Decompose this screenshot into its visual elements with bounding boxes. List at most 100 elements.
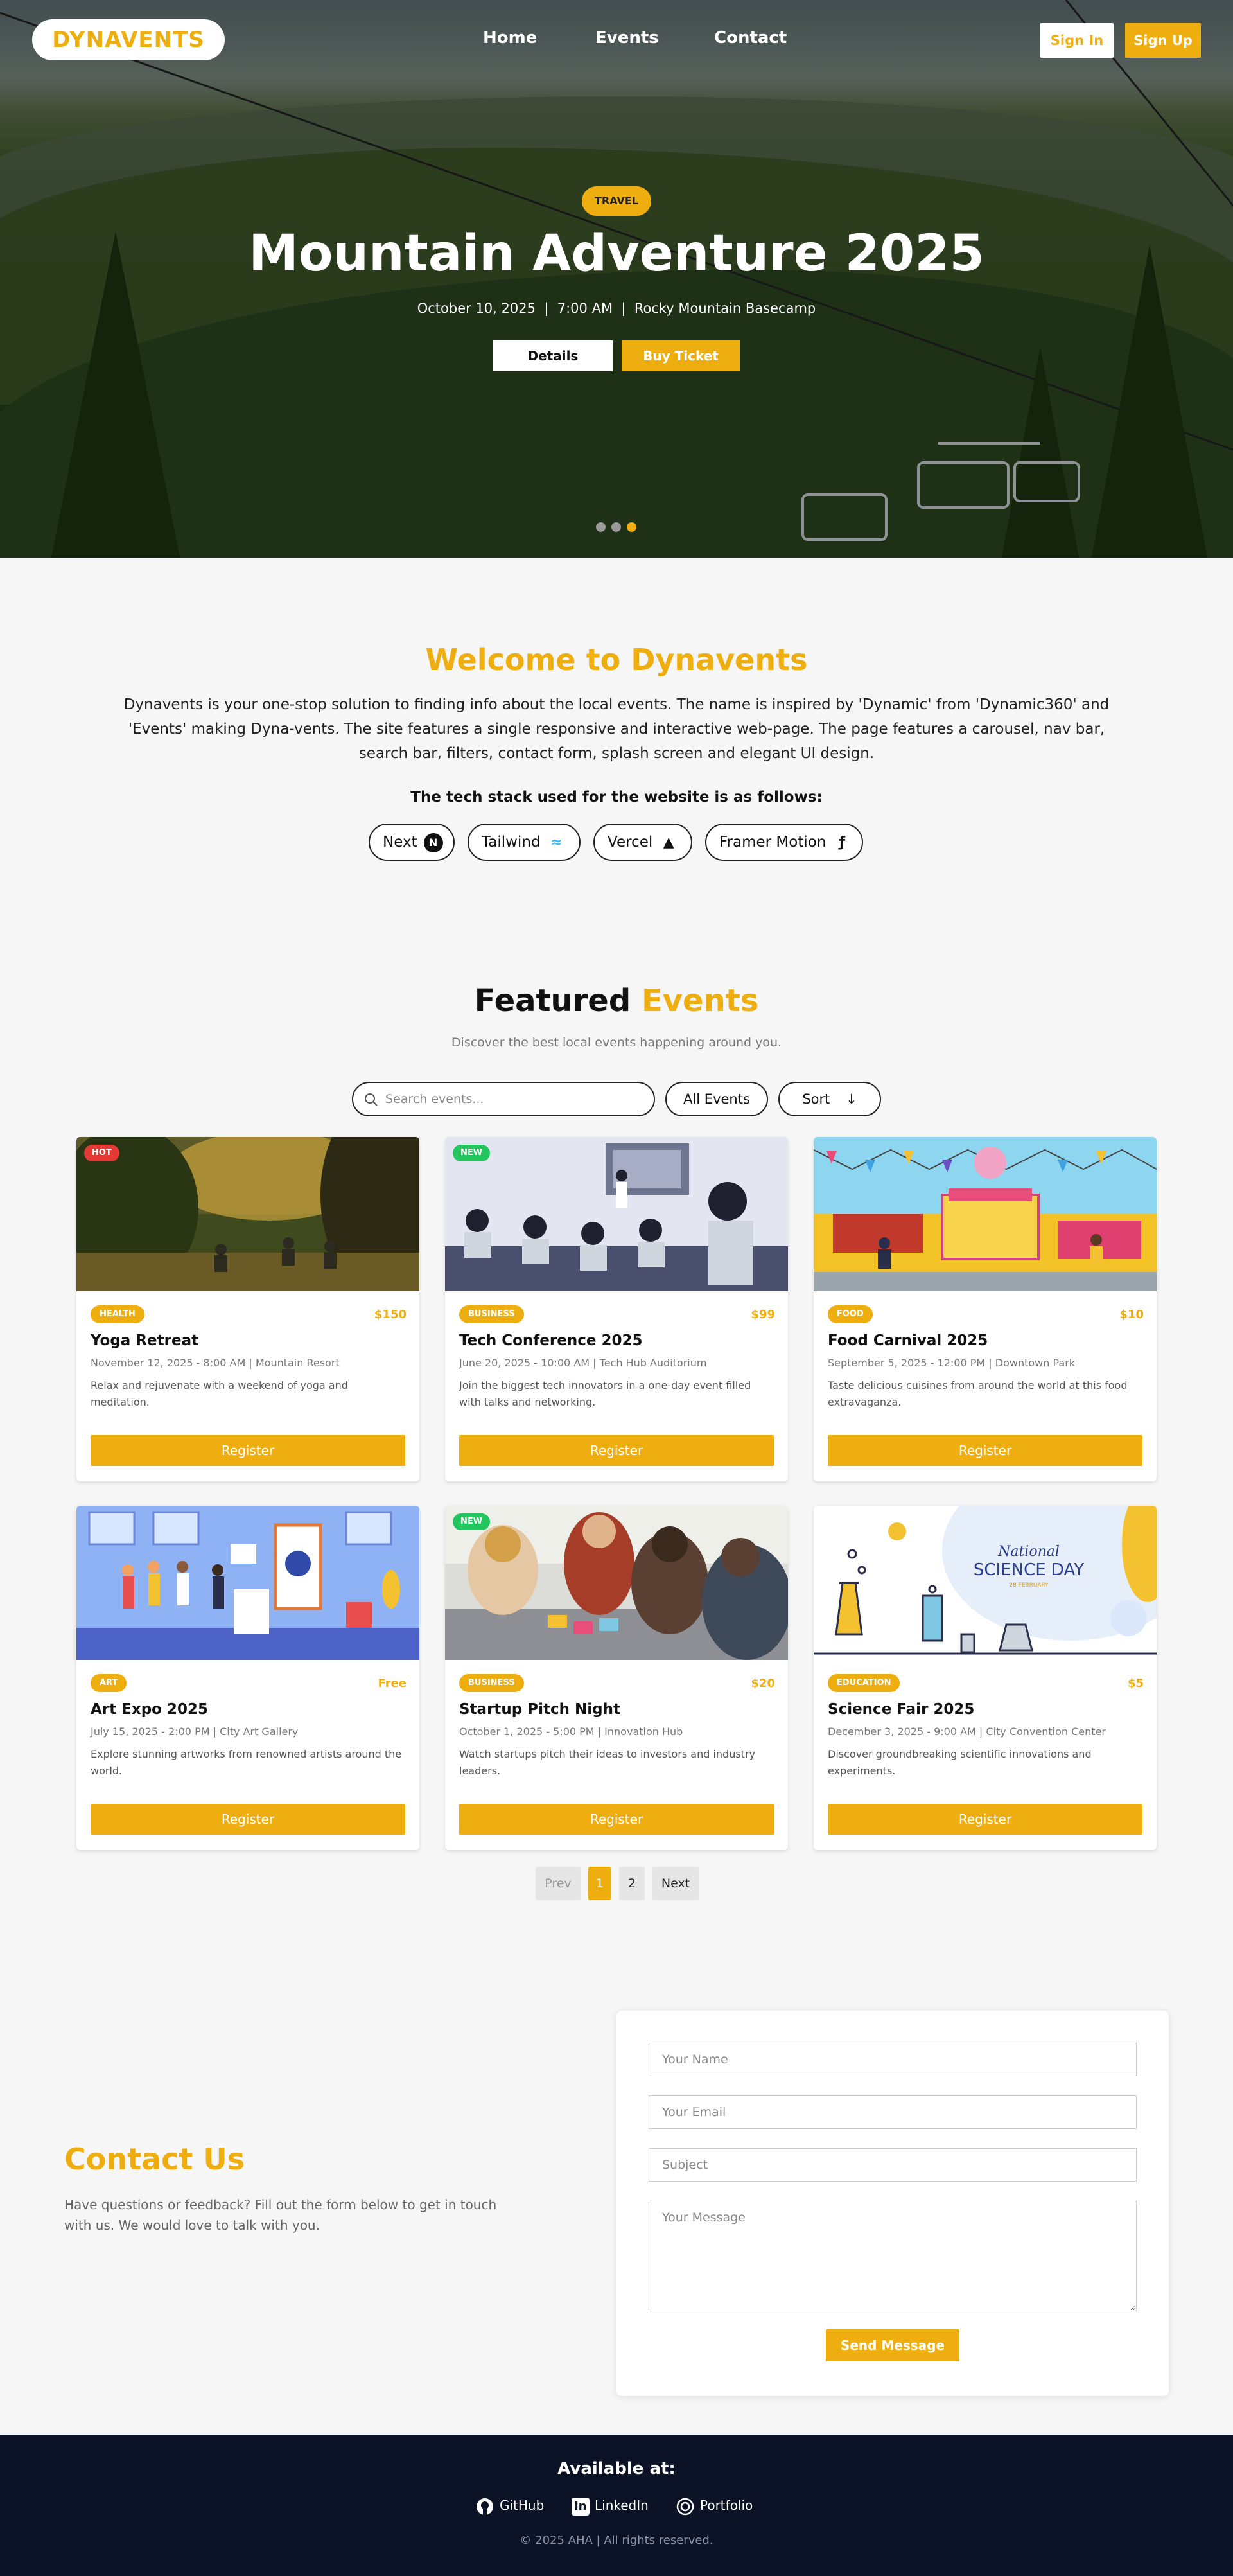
footer-link-github[interactable]: GitHub [475, 2495, 544, 2516]
carousel-dot-3[interactable] [627, 522, 636, 532]
event-card[interactable]: HOT HEALTH $150 Yoga Retreat November 12… [76, 1137, 419, 1481]
email-field[interactable] [649, 2095, 1137, 2129]
nextjs-icon: N [423, 833, 443, 852]
send-message-button[interactable]: Send Message [826, 2329, 959, 2361]
stack-pill-next: Next N [369, 824, 455, 861]
filter-dropdown[interactable]: All Events [665, 1082, 768, 1116]
event-image: NEW [445, 1506, 788, 1660]
event-description: Watch startups pitch their ideas to inve… [459, 1748, 755, 1777]
search-bar[interactable] [352, 1082, 655, 1116]
event-price: $10 [1119, 1308, 1144, 1321]
featured-title: Featured Events [0, 983, 1233, 1019]
arrow-down-icon: ↓ [846, 1091, 857, 1107]
register-button[interactable]: Register [828, 1804, 1142, 1835]
event-image [814, 1137, 1157, 1291]
carousel-dot-2[interactable] [611, 522, 621, 532]
footer-link-label: LinkedIn [595, 2498, 649, 2513]
contact-text: Have questions or feedback? Fill out the… [64, 2197, 497, 2233]
welcome-text: Dynavents is your one-stop solution to f… [123, 696, 1110, 762]
event-description: Taste delicious cuisines from around the… [828, 1379, 1128, 1408]
tech-stack-heading: The tech stack used for the website is a… [410, 789, 823, 806]
event-title: Startup Pitch Night [459, 1701, 620, 1718]
register-button[interactable]: Register [91, 1804, 405, 1835]
tailwind-icon: ≈ [550, 834, 563, 851]
pagination-prev[interactable]: Prev [536, 1867, 581, 1900]
nav-home[interactable]: Home [483, 28, 537, 48]
sign-up-button[interactable]: Sign Up [1125, 23, 1201, 58]
category-badge: BUSINESS [459, 1674, 524, 1692]
category-badge: FOOD [828, 1305, 873, 1323]
stack-label: Vercel [608, 834, 653, 851]
footer-link-portfolio[interactable]: Portfolio [676, 2495, 753, 2516]
framer-icon: ƒ [839, 834, 846, 851]
stack-pill-framer: Framer Motion ƒ [705, 824, 863, 861]
github-icon [477, 2498, 493, 2515]
event-meta: November 12, 2025 - 8:00 AM | Mountain R… [91, 1357, 340, 1369]
event-price: Free [378, 1677, 407, 1690]
footer-link-label: GitHub [500, 2498, 545, 2513]
event-meta: June 20, 2025 - 10:00 AM | Tech Hub Audi… [459, 1357, 707, 1369]
hot-badge: HOT [84, 1145, 119, 1161]
search-icon [365, 1093, 378, 1106]
science-image-text-c: 28 FEBRUARY [1009, 1582, 1049, 1589]
event-meta: July 15, 2025 - 2:00 PM | City Art Galle… [91, 1725, 299, 1738]
science-image-text-b: SCIENCE DAY [974, 1560, 1084, 1580]
event-title: Science Fair 2025 [828, 1701, 975, 1718]
stack-pill-vercel: Vercel ▲ [593, 824, 692, 861]
event-description: Explore stunning artworks from renowned … [91, 1748, 402, 1777]
copyright: © 2025 AHA | All rights reserved. [520, 2534, 713, 2547]
pagination-page-1[interactable]: 1 [588, 1867, 611, 1900]
footer-link-label: Portfolio [700, 2498, 753, 2513]
category-badge: HEALTH [91, 1305, 144, 1323]
search-input[interactable] [385, 1090, 642, 1109]
hero-meta: October 10, 2025 | 7:00 AM | Rocky Mount… [417, 301, 816, 316]
event-image: NEW [445, 1137, 788, 1291]
sort-button[interactable]: Sort ↓ [778, 1082, 881, 1116]
event-title: Tech Conference 2025 [459, 1332, 643, 1349]
pagination-page-2[interactable]: 2 [619, 1867, 645, 1900]
nav-contact[interactable]: Contact [714, 28, 787, 48]
nav-events[interactable]: Events [595, 28, 659, 48]
pagination-next[interactable]: Next [652, 1867, 699, 1900]
event-price: $99 [751, 1308, 775, 1321]
portfolio-icon [676, 2498, 694, 2515]
event-card[interactable]: NEW BUSINESS $99 Tech Conference 2025 Ju… [445, 1137, 788, 1481]
subject-field[interactable] [649, 2148, 1137, 2182]
sign-in-button[interactable]: Sign In [1040, 23, 1114, 58]
event-image [76, 1506, 419, 1660]
event-meta: December 3, 2025 - 9:00 AM | City Conven… [828, 1725, 1106, 1738]
category-badge: BUSINESS [459, 1305, 524, 1323]
register-button[interactable]: Register [91, 1435, 405, 1466]
hero-category-badge: TRAVEL [582, 186, 651, 216]
stack-pill-tailwind: Tailwind ≈ [468, 824, 581, 861]
register-button[interactable]: Register [459, 1435, 774, 1466]
featured-title-a: Featured [474, 983, 631, 1019]
event-card[interactable]: ART Free Art Expo 2025 July 15, 2025 - 2… [76, 1506, 419, 1850]
event-price: $150 [374, 1308, 407, 1321]
contact-title: Contact Us [64, 2142, 245, 2176]
event-card[interactable]: National SCIENCE DAY 28 FEBRUARY EDUCATI… [814, 1506, 1157, 1850]
brand-logo[interactable]: DYNAVENTS [32, 19, 225, 60]
buy-ticket-button[interactable]: Buy Ticket [622, 340, 740, 371]
name-field[interactable] [649, 2043, 1137, 2076]
event-image: National SCIENCE DAY 28 FEBRUARY [814, 1506, 1157, 1660]
linkedin-icon: in [572, 2497, 590, 2516]
carousel-dot-1[interactable] [596, 522, 606, 532]
register-button[interactable]: Register [828, 1435, 1142, 1466]
register-button[interactable]: Register [459, 1804, 774, 1835]
details-button[interactable]: Details [493, 340, 613, 371]
event-description: Relax and rejuvenate with a weekend of y… [91, 1379, 348, 1408]
category-badge: ART [91, 1674, 127, 1692]
new-badge: NEW [453, 1145, 491, 1161]
event-title: Art Expo 2025 [91, 1701, 208, 1718]
vercel-icon: ▲ [663, 834, 674, 851]
message-field[interactable] [649, 2201, 1137, 2311]
event-card[interactable]: FOOD $10 Food Carnival 2025 September 5,… [814, 1137, 1157, 1481]
event-meta: October 1, 2025 - 5:00 PM | Innovation H… [459, 1725, 683, 1738]
contact-form: Send Message [616, 2011, 1169, 2396]
event-meta: September 5, 2025 - 12:00 PM | Downtown … [828, 1357, 1076, 1369]
new-badge: NEW [453, 1513, 491, 1530]
featured-subtitle: Discover the best local events happening… [451, 1036, 782, 1050]
footer-link-linkedin[interactable]: in LinkedIn [572, 2495, 649, 2516]
event-card[interactable]: NEW BUSINESS $20 Startup Pitch Night Oct… [445, 1506, 788, 1850]
